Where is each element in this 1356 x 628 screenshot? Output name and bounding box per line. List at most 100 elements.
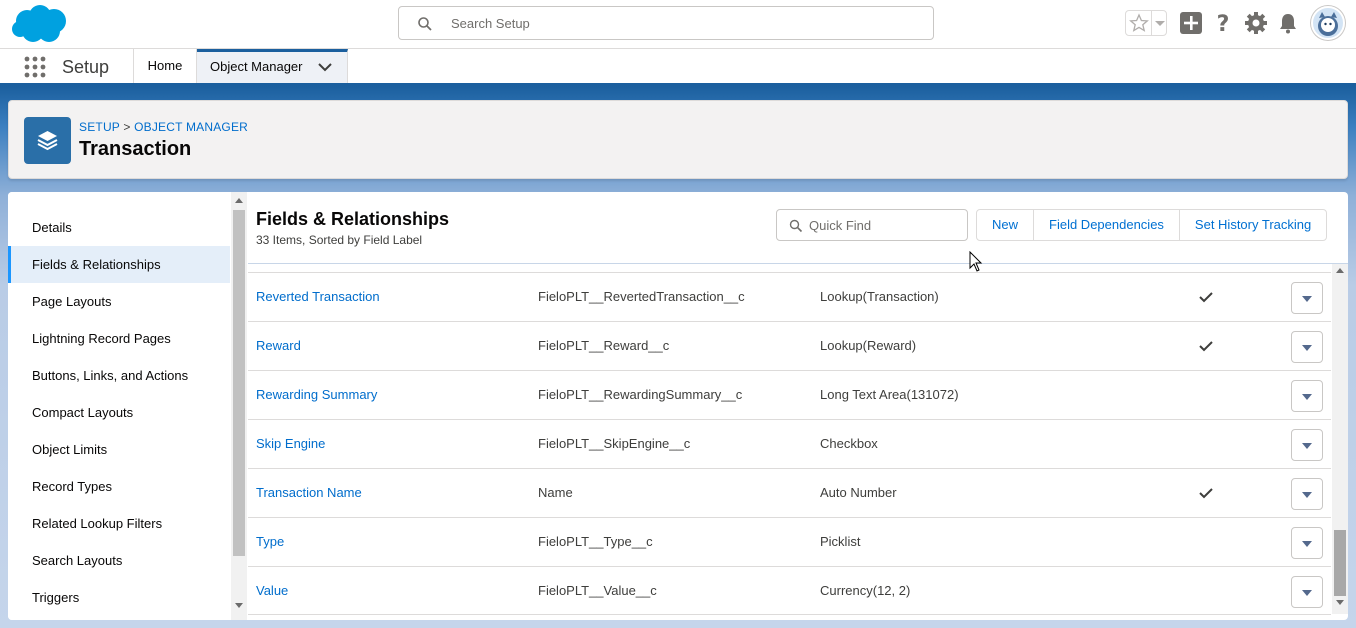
sidebar-item-search-layouts[interactable]: Search Layouts xyxy=(8,542,230,579)
field-data-type: Currency(12, 2) xyxy=(820,583,911,598)
row-actions-button[interactable] xyxy=(1291,282,1323,314)
field-api-name: Name xyxy=(538,485,573,500)
scrollbar-thumb[interactable] xyxy=(1334,530,1346,596)
divider xyxy=(248,263,1348,264)
field-data-type: Checkbox xyxy=(820,436,878,451)
field-label-link[interactable]: Type xyxy=(256,518,284,567)
fields-panel: Fields & Relationships 33 Items, Sorted … xyxy=(248,192,1348,620)
row-actions-button[interactable] xyxy=(1291,429,1323,461)
sidebar-item-record-types[interactable]: Record Types xyxy=(8,468,230,505)
field-label-link[interactable]: Reverted Transaction xyxy=(256,273,380,322)
help-icon[interactable]: ? xyxy=(1211,11,1235,35)
search-setup-input[interactable]: Search Setup xyxy=(398,6,934,40)
row-actions-button[interactable] xyxy=(1291,331,1323,363)
object-page-header: SETUP > OBJECT MANAGER Transaction xyxy=(8,100,1348,179)
add-icon[interactable] xyxy=(1179,11,1203,35)
mouse-cursor-icon xyxy=(969,251,983,272)
table-scrollbar[interactable] xyxy=(1332,264,1348,614)
gear-icon[interactable] xyxy=(1244,11,1268,35)
star-icon[interactable] xyxy=(1128,13,1150,33)
sidebar-item-object-limits[interactable]: Object Limits xyxy=(8,431,230,468)
search-icon xyxy=(789,219,803,233)
checkmark-icon xyxy=(1199,488,1213,499)
item-count: 33 Items, Sorted by Field Label xyxy=(256,233,423,247)
row-actions-button[interactable] xyxy=(1291,527,1323,559)
field-data-type: Lookup(Reward) xyxy=(820,338,917,353)
sidebar-nav-list: Details Fields & Relationships Page Layo… xyxy=(8,209,230,616)
checkmark-icon xyxy=(1199,341,1213,352)
field-label-link[interactable]: Transaction Name xyxy=(256,469,362,518)
breadcrumb-object-manager[interactable]: OBJECT MANAGER xyxy=(134,120,248,134)
favorites-button-group xyxy=(1125,10,1167,36)
fields-table: Reverted Transaction FieloPLT__RevertedT… xyxy=(248,272,1331,615)
avatar[interactable] xyxy=(1311,6,1345,40)
scrollbar-thumb[interactable] xyxy=(233,210,245,556)
global-header: Search Setup ? xyxy=(0,0,1356,49)
sidebar-scrollbar[interactable] xyxy=(231,192,247,620)
checkmark-icon xyxy=(1199,292,1213,303)
chevron-down-icon xyxy=(1302,296,1312,302)
tab-label: Object Manager xyxy=(210,59,303,74)
search-placeholder: Search Setup xyxy=(451,16,530,31)
field-data-type: Auto Number xyxy=(820,485,897,500)
sidebar-item-compact-layouts[interactable]: Compact Layouts xyxy=(8,394,230,431)
field-api-name: FieloPLT__Type__c xyxy=(538,534,653,549)
field-label-link[interactable]: Value xyxy=(256,567,288,616)
sidebar-item-fields-relationships[interactable]: Fields & Relationships xyxy=(8,246,230,283)
field-label-link[interactable]: Rewarding Summary xyxy=(256,371,377,420)
scroll-up-arrow-icon[interactable] xyxy=(235,198,243,203)
chevron-down-icon xyxy=(1302,394,1312,400)
scroll-down-arrow-icon[interactable] xyxy=(235,603,243,608)
quick-find-placeholder: Quick Find xyxy=(809,218,872,233)
field-label-link[interactable]: Reward xyxy=(256,322,301,371)
chevron-down-icon xyxy=(1302,541,1312,547)
app-launcher-icon[interactable] xyxy=(24,56,46,78)
table-row: Value FieloPLT__Value__c Currency(12, 2) xyxy=(248,566,1331,615)
divider xyxy=(1151,11,1152,35)
row-actions-button[interactable] xyxy=(1291,380,1323,412)
field-api-name: FieloPLT__RewardingSummary__c xyxy=(538,387,743,402)
object-sidebar: Details Fields & Relationships Page Layo… xyxy=(8,192,247,620)
page-title: Transaction xyxy=(79,138,192,160)
sidebar-item-page-layouts[interactable]: Page Layouts xyxy=(8,283,230,320)
search-icon xyxy=(418,17,432,31)
table-row: Reverted Transaction FieloPLT__RevertedT… xyxy=(248,272,1331,321)
section-title: Fields & Relationships xyxy=(256,209,450,229)
field-dependencies-button[interactable]: Field Dependencies xyxy=(1034,210,1180,240)
sidebar-item-triggers[interactable]: Triggers xyxy=(8,579,230,616)
field-api-name: FieloPLT__Value__c xyxy=(538,583,657,598)
scroll-down-arrow-icon[interactable] xyxy=(1336,600,1344,605)
new-button[interactable]: New xyxy=(977,210,1035,240)
user-avatar-icon xyxy=(1318,12,1338,36)
sidebar-item-buttons-links-actions[interactable]: Buttons, Links, and Actions xyxy=(8,357,230,394)
app-name: Setup xyxy=(62,57,110,77)
field-label-link[interactable]: Skip Engine xyxy=(256,420,325,469)
tab-object-manager[interactable]: Object Manager xyxy=(197,49,348,83)
content-card: Details Fields & Relationships Page Layo… xyxy=(8,192,1348,620)
chevron-down-icon[interactable] xyxy=(317,59,333,75)
field-data-type: Long Text Area(131072) xyxy=(820,387,959,402)
breadcrumb-setup[interactable]: SETUP xyxy=(79,120,120,134)
row-actions-button[interactable] xyxy=(1291,478,1323,510)
field-data-type: Picklist xyxy=(820,534,861,549)
breadcrumb: SETUP > OBJECT MANAGER xyxy=(79,120,248,134)
notification-bell-icon[interactable] xyxy=(1276,11,1300,35)
sidebar-item-related-lookup-filters[interactable]: Related Lookup Filters xyxy=(8,505,230,542)
sidebar-item-lightning-record-pages[interactable]: Lightning Record Pages xyxy=(8,320,230,357)
field-api-name: FieloPLT__Reward__c xyxy=(538,338,670,353)
chevron-down-icon xyxy=(1302,345,1312,351)
breadcrumb-separator: > xyxy=(123,120,131,134)
field-api-name: FieloPLT__RevertedTransaction__c xyxy=(538,289,745,304)
tab-home[interactable]: Home xyxy=(134,49,197,83)
chevron-down-icon xyxy=(1302,590,1312,596)
chevron-down-icon xyxy=(1302,443,1312,449)
quick-find-input[interactable]: Quick Find xyxy=(776,209,968,241)
chevron-down-icon[interactable] xyxy=(1153,13,1167,33)
set-history-tracking-button[interactable]: Set History Tracking xyxy=(1180,210,1326,240)
row-actions-button[interactable] xyxy=(1291,576,1323,608)
table-row: Transaction Name Name Auto Number xyxy=(248,468,1331,517)
salesforce-cloud-logo[interactable] xyxy=(10,3,70,45)
sidebar-item-details[interactable]: Details xyxy=(8,209,230,246)
field-api-name: FieloPLT__SkipEngine__c xyxy=(538,436,691,451)
scroll-up-arrow-icon[interactable] xyxy=(1336,268,1344,273)
